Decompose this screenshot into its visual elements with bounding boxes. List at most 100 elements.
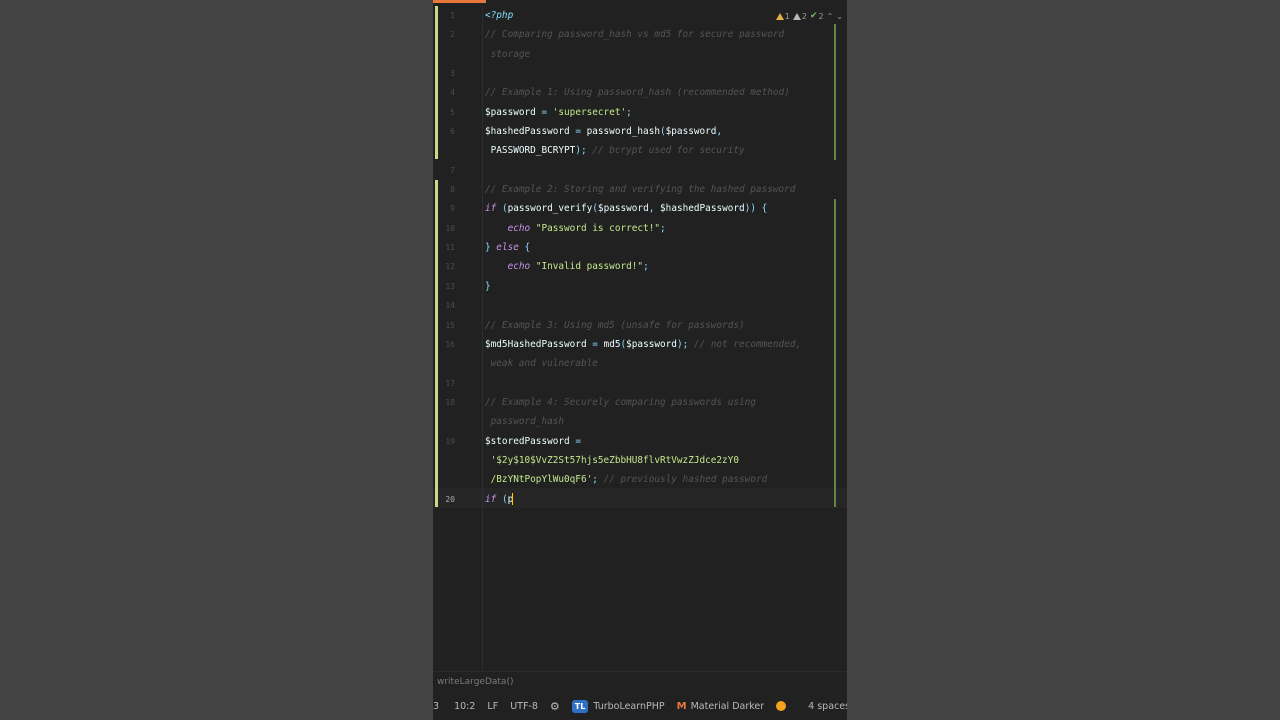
line-number[interactable]: 11 [433, 238, 485, 257]
code-line[interactable]: PASSWORD_BCRYPT); // bcrypt used for sec… [433, 141, 847, 160]
code-token: ; [626, 106, 632, 118]
line-number[interactable]: 3 [433, 64, 485, 83]
code-line[interactable]: 8// Example 2: Storing and verifying the… [433, 180, 847, 199]
theme-name: Material Darker [690, 700, 765, 712]
code-line[interactable]: storage [433, 45, 847, 64]
plugin-widget[interactable]: TL TurboLearnPHP [571, 699, 665, 713]
code-line[interactable]: 5 $password = 'supersecret'; [433, 103, 847, 122]
code-token: } [485, 280, 491, 292]
code-token: // Comparing password_hash vs md5 for se… [485, 29, 785, 41]
plugin-logo-icon: TL [571, 699, 589, 713]
code-line[interactable]: 18// Example 4: Securely comparing passw… [433, 393, 847, 412]
code-line[interactable]: 15// Example 3: Using md5 (unsafe for pa… [433, 316, 847, 335]
code-text: // Comparing password_hash vs md5 for se… [485, 25, 784, 44]
code-token: ; [660, 222, 666, 234]
code-token: ; [643, 261, 649, 273]
code-token: // previously hashed password [603, 474, 768, 486]
code-line[interactable]: 14 [433, 296, 847, 315]
status-dot-icon[interactable] [776, 701, 787, 711]
line-number[interactable]: 4 [433, 83, 485, 102]
code-token: = [569, 126, 587, 138]
code-token: // not recommended, [693, 338, 802, 350]
code-line[interactable]: 6 $hashedPassword = password_hash($passwo… [433, 122, 847, 141]
code-token: storage [485, 48, 531, 60]
code-text: echo "Password is correct!"; [485, 219, 666, 238]
code-token: /BzYNtPopYlWu0qF6' [485, 474, 593, 486]
code-token: } [485, 242, 497, 254]
code-text: <?php [485, 6, 513, 25]
code-line[interactable]: 2// Comparing password_hash vs md5 for s… [433, 25, 847, 44]
line-separator[interactable]: LF [487, 701, 498, 712]
code-text: password_hash [485, 412, 564, 431]
code-line[interactable]: 12 echo "Invalid password!"; [433, 257, 847, 276]
code-line[interactable]: 16 $md5HashedPassword = md5($password); /… [433, 335, 847, 354]
code-token: "Password is correct!" [535, 222, 660, 234]
code-line[interactable]: 13} [433, 277, 847, 296]
plugin-name: TurboLearnPHP [593, 700, 665, 712]
caret-position[interactable]: 10:2 [454, 701, 475, 712]
line-number[interactable]: 7 [433, 161, 485, 180]
code-token: = [569, 435, 581, 447]
code-line[interactable]: 19 $storedPassword = [433, 432, 847, 451]
code-text: $password = 'supersecret'; [485, 103, 632, 122]
code-line[interactable]: 10 echo "Password is correct!"; [433, 219, 847, 238]
code-token: $storedPassword [485, 435, 570, 447]
code-area[interactable]: 1 <?php 2// Comparing password_hash vs md5… [433, 6, 847, 509]
code-line[interactable]: 4// Example 1: Using password_hash (reco… [433, 83, 847, 102]
code-line[interactable]: 1 <?php [433, 6, 847, 25]
code-line[interactable]: '$2y$10$VvZ2St57hjs5eZbbHU8flvRtVwzZJdce… [433, 451, 847, 470]
code-token: ( [496, 493, 508, 505]
line-number[interactable]: 2 [433, 25, 485, 44]
code-token: ); [575, 145, 593, 157]
line-number[interactable]: 18 [433, 393, 485, 412]
code-token: password_hash [485, 416, 565, 428]
code-line[interactable]: 9 if (password_verify($password, $hashedP… [433, 199, 847, 218]
code-text: $md5HashedPassword = md5($password); // … [485, 335, 801, 354]
line-number[interactable]: 16 [433, 335, 485, 354]
code-token: = [586, 338, 604, 350]
gear-icon[interactable]: ⚙ [550, 700, 560, 713]
code-line[interactable]: weak and vulnerable [433, 354, 847, 373]
line-number[interactable]: 13 [433, 277, 485, 296]
code-token: $md5HashedPassword [485, 338, 587, 350]
code-line[interactable]: password_hash [433, 412, 847, 431]
line-number[interactable]: 9 [433, 199, 485, 218]
line-number[interactable]: 12 [433, 257, 485, 276]
line-number[interactable]: 6 [433, 122, 485, 141]
code-token: // Example 4: Securely comparing passwor… [485, 396, 756, 408]
code-token: if [485, 203, 497, 215]
material-theme-icon: M [676, 700, 687, 712]
code-text: $storedPassword = [485, 432, 581, 451]
code-text: // Example 2: Storing and verifying the … [485, 180, 795, 199]
line-number[interactable]: 1 [433, 6, 485, 25]
breadcrumb[interactable]: writeLargeData() [433, 671, 847, 691]
line-number[interactable]: 19 [433, 432, 485, 451]
code-text: // Example 4: Securely comparing passwor… [485, 393, 756, 412]
line-number[interactable]: 5 [433, 103, 485, 122]
code-line[interactable]: /BzYNtPopYlWu0qF6'; // previously hashed… [433, 470, 847, 489]
code-line[interactable]: 20 if (p [433, 490, 847, 509]
code-token: , [716, 126, 723, 138]
code-text: echo "Invalid password!"; [485, 257, 649, 276]
indent-setting[interactable]: 4 spaces [808, 701, 847, 712]
code-token: ( [496, 203, 508, 215]
code-token: <?php [485, 10, 514, 21]
breadcrumb-item[interactable]: writeLargeData() [437, 677, 513, 687]
file-encoding[interactable]: UTF-8 [510, 701, 538, 712]
code-token: echo [507, 222, 531, 234]
theme-widget[interactable]: M Material Darker [677, 701, 765, 712]
code-line[interactable]: 17 [433, 374, 847, 393]
code-line[interactable]: 11} else { [433, 238, 847, 257]
line-number[interactable]: 14 [433, 296, 485, 315]
code-line[interactable]: 7 [433, 161, 847, 180]
line-number[interactable]: 15 [433, 316, 485, 335]
line-number[interactable]: 8 [433, 180, 485, 199]
status-widget-clipped[interactable]: .3 [433, 701, 439, 712]
line-number[interactable]: 20 [433, 490, 485, 509]
status-bar: .3 10:2 LF UTF-8 ⚙ TL TurboLearnPHP M Ma… [433, 692, 847, 720]
code-line[interactable]: 3 [433, 64, 847, 83]
line-number[interactable]: 10 [433, 219, 485, 238]
line-number[interactable]: 17 [433, 374, 485, 393]
tab-accent [433, 0, 486, 3]
